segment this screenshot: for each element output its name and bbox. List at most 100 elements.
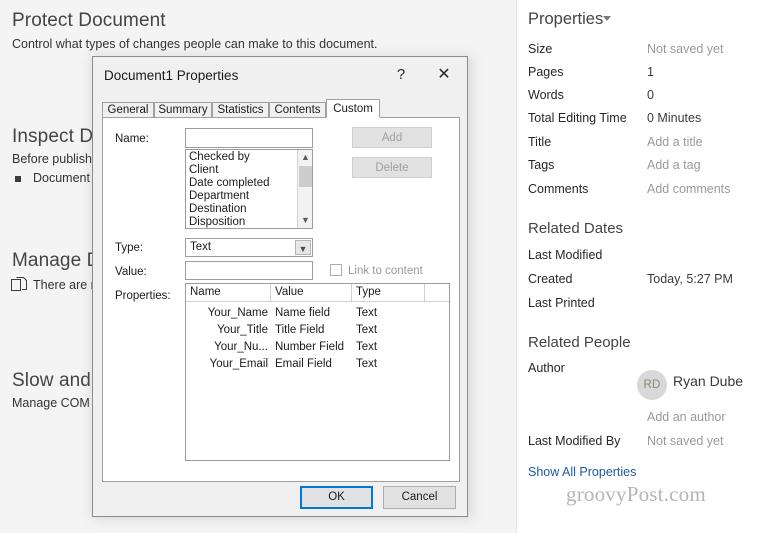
list-item[interactable]: Disposition xyxy=(186,216,296,228)
property-value: 0 Minutes xyxy=(647,111,702,125)
property-value: 1 xyxy=(647,65,654,79)
related-date-row-created: Created Today, 5:27 PM xyxy=(528,272,773,289)
section-subtitle-inspect-document: Before publishin xyxy=(12,152,102,166)
table-row[interactable]: Your_Name Name field Text xyxy=(186,305,449,322)
section-title-inspect-document: Inspect Do xyxy=(12,126,104,147)
grid-cell-type: Text xyxy=(356,307,378,319)
ok-button[interactable]: OK xyxy=(300,486,373,509)
grid-cell-name: Your_Email xyxy=(209,358,268,370)
section-title-manage-document: Manage D xyxy=(12,250,101,271)
property-value: Not saved yet xyxy=(647,434,724,448)
dialog-title: Document1 Properties xyxy=(104,68,239,83)
section-title-protect-document: Protect Document xyxy=(12,10,166,31)
table-row[interactable]: Your_Email Email Field Text xyxy=(186,356,449,373)
grid-header-spacer xyxy=(425,284,449,301)
property-value: 0 xyxy=(647,88,654,102)
property-value: Not saved yet xyxy=(647,42,724,56)
property-row-total-editing-time: Total Editing Time 0 Minutes xyxy=(528,111,773,128)
document-properties-dialog: Document1 Properties ? ✕ General Summary… xyxy=(92,56,468,517)
property-label: Created xyxy=(528,272,573,286)
tab-contents[interactable]: Contents xyxy=(269,102,326,118)
property-label: Last Printed xyxy=(528,296,595,310)
add-author-placeholder[interactable]: Add an author xyxy=(647,410,726,424)
show-all-properties-link[interactable]: Show All Properties xyxy=(528,465,636,479)
property-label: Title xyxy=(528,135,552,149)
avatar[interactable]: RD xyxy=(637,370,667,400)
value-label: Value: xyxy=(115,266,147,278)
property-label: Size xyxy=(528,42,553,56)
property-row-pages: Pages 1 xyxy=(528,65,773,82)
list-item[interactable]: Destination xyxy=(186,203,296,216)
list-item[interactable]: Checked by xyxy=(186,151,296,164)
list-item[interactable]: Date completed xyxy=(186,177,296,190)
grid-cell-name: Your_Title xyxy=(217,324,268,336)
related-date-row-last-modified: Last Modified xyxy=(528,248,773,265)
listbox-scrollbar[interactable]: ▲ ▼ xyxy=(297,150,312,228)
property-value-editable[interactable]: Add comments xyxy=(647,182,730,196)
tab-summary[interactable]: Summary xyxy=(154,102,212,118)
inspect-document-bullet-text: Document p xyxy=(33,171,101,185)
link-to-content-label: Link to content xyxy=(348,265,423,277)
custom-tab-panel: Name: Checked by Client Date completed D… xyxy=(102,117,460,482)
name-label: Name: xyxy=(115,133,149,145)
name-input[interactable] xyxy=(185,128,313,148)
table-row[interactable]: Your_Nu... Number Field Text xyxy=(186,339,449,356)
cancel-button[interactable]: Cancel xyxy=(383,486,456,509)
grid-cell-value: Number Field xyxy=(275,341,345,353)
delete-button[interactable]: Delete xyxy=(352,157,432,178)
type-dropdown[interactable]: Text ▼ xyxy=(185,238,313,257)
grid-cell-type: Text xyxy=(356,358,378,370)
property-label: Author xyxy=(528,361,565,375)
custom-properties-grid[interactable]: Name Value Type Your_Name Name field Tex… xyxy=(185,283,450,461)
grid-cell-name: Your_Nu... xyxy=(214,341,268,353)
property-label: Last Modified xyxy=(528,248,603,262)
chevron-down-icon[interactable] xyxy=(603,16,611,21)
tab-custom[interactable]: Custom xyxy=(326,99,380,118)
property-row-words: Words 0 xyxy=(528,88,773,105)
property-label: Last Modified By xyxy=(528,434,621,448)
properties-panel-heading: Properties xyxy=(528,10,604,28)
property-row-tags: Tags Add a tag xyxy=(528,158,773,175)
add-author-row[interactable]: Add an author xyxy=(528,410,773,427)
manage-document-bullet-text: There are n xyxy=(33,278,98,292)
name-suggestions-listbox[interactable]: Checked by Client Date completed Departm… xyxy=(185,149,313,229)
related-dates-heading: Related Dates xyxy=(528,220,624,237)
property-label: Tags xyxy=(528,158,555,172)
property-row-size: Size Not saved yet xyxy=(528,42,773,59)
grid-header-value[interactable]: Value xyxy=(271,284,352,301)
author-name: Ryan Dube xyxy=(673,373,744,389)
related-people-heading: Related People xyxy=(528,334,631,351)
square-bullet-icon xyxy=(15,176,21,182)
tab-general[interactable]: General xyxy=(102,102,154,118)
add-button[interactable]: Add xyxy=(352,127,432,148)
tab-statistics[interactable]: Statistics xyxy=(212,102,269,118)
property-label: Total Editing Time xyxy=(528,111,627,125)
scroll-up-icon[interactable]: ▲ xyxy=(298,150,312,165)
property-label: Comments xyxy=(528,182,589,196)
property-value-editable[interactable]: Add a title xyxy=(647,135,703,149)
section-subtitle-protect-document: Control what types of changes people can… xyxy=(12,37,378,51)
type-label: Type: xyxy=(115,242,144,254)
property-row-title: Title Add a title xyxy=(528,135,773,152)
link-to-content-checkbox[interactable] xyxy=(330,264,342,276)
scroll-down-icon[interactable]: ▼ xyxy=(298,213,312,228)
screen: Protect Document Control what types of c… xyxy=(0,0,773,533)
close-icon[interactable]: ✕ xyxy=(422,60,466,90)
help-icon[interactable]: ? xyxy=(380,60,422,90)
grid-header-name[interactable]: Name xyxy=(186,284,271,301)
grid-header-type[interactable]: Type xyxy=(352,284,425,301)
related-date-row-last-printed: Last Printed xyxy=(528,296,773,313)
table-row[interactable]: Your_Title Title Field Text xyxy=(186,322,449,339)
chevron-down-icon[interactable]: ▼ xyxy=(295,240,311,255)
property-value-editable[interactable]: Add a tag xyxy=(647,158,701,172)
property-value: Today, 5:27 PM xyxy=(647,272,733,286)
scrollbar-thumb[interactable] xyxy=(299,166,312,187)
value-input[interactable] xyxy=(185,261,313,280)
list-item[interactable]: Department xyxy=(186,190,296,203)
grid-cell-value: Email Field xyxy=(275,358,332,370)
dialog-tabstrip: General Summary Statistics Contents Cust… xyxy=(102,99,460,118)
grid-cell-type: Text xyxy=(356,324,378,336)
list-item[interactable]: Client xyxy=(186,164,296,177)
grid-header-row: Name Value Type xyxy=(186,284,449,302)
grid-cell-name: Your_Name xyxy=(207,307,268,319)
